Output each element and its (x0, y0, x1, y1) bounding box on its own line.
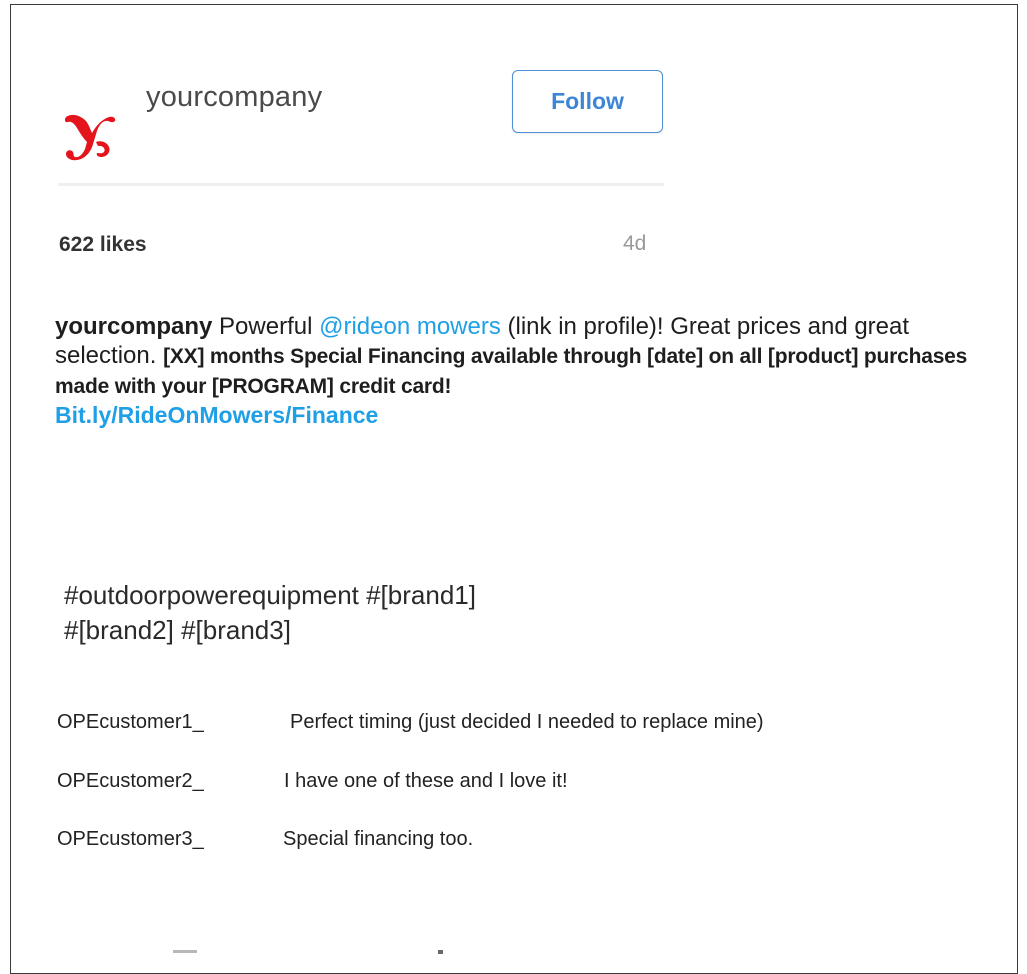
red-y-logo-icon[interactable] (63, 111, 117, 163)
cropped-ui-fragment (173, 950, 197, 953)
comment-text: Perfect timing (just decided I needed to… (290, 711, 764, 733)
post-age: 4d (623, 232, 647, 255)
comment-username[interactable]: OPEcustomer3_ (57, 828, 283, 851)
caption-text-before-mention: Powerful (212, 313, 320, 340)
caption-financing-offer: [XX] months Special Financing available … (55, 345, 968, 398)
post-username[interactable]: yourcompany (146, 81, 322, 114)
comment-text: Special financing too. (283, 828, 474, 850)
comment-item: OPEcustomer2_ I have one of these and I l… (57, 770, 568, 793)
follow-button[interactable]: Follow (512, 70, 663, 133)
comment-item: OPEcustomer3_ Special financing too. (57, 828, 473, 851)
hashtags: #outdoorpowerequipment #[brand1] #[brand… (64, 578, 624, 648)
caption-mention-link[interactable]: @rideon mowers (319, 313, 501, 340)
hashtag-line-2[interactable]: #[brand2] #[brand3] (64, 613, 624, 648)
header-divider (58, 183, 664, 186)
caption-finance-link[interactable]: Bit.ly/RideOnMowers/Finance (55, 402, 378, 428)
cropped-ui-fragment (438, 950, 443, 954)
comment-username[interactable]: OPEcustomer2_ (57, 770, 284, 793)
hashtag-line-1[interactable]: #outdoorpowerequipment #[brand1] (64, 578, 624, 613)
post-caption: yourcompany Powerful @rideon mowers (lin… (55, 312, 1000, 430)
comment-text: I have one of these and I love it! (284, 770, 568, 792)
caption-author[interactable]: yourcompany (55, 313, 212, 340)
comment-item: OPEcustomer1_ Perfect timing (just decide… (57, 711, 764, 734)
likes-count[interactable]: 622 likes (59, 233, 147, 257)
comment-username[interactable]: OPEcustomer1_ (57, 711, 290, 734)
